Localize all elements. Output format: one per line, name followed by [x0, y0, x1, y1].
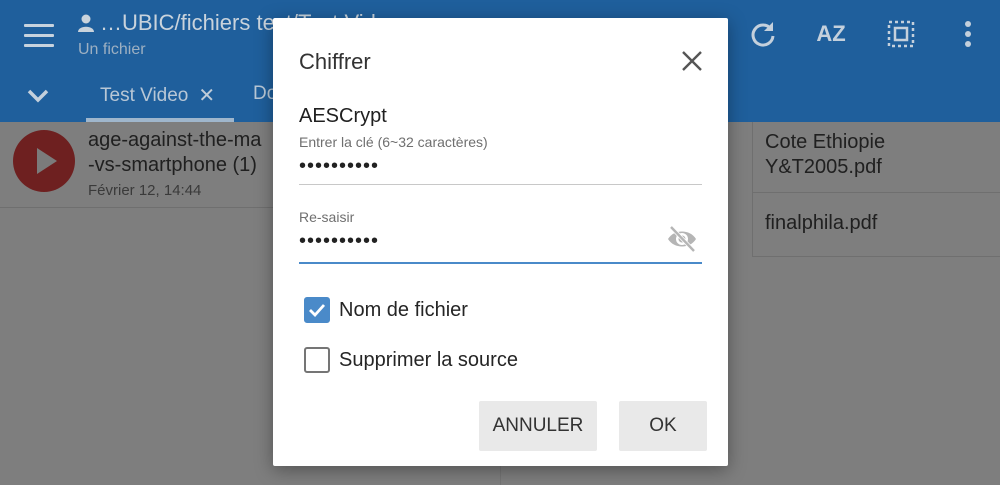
chevron-down-icon[interactable]: [26, 86, 50, 106]
encrypt-dialog: Chiffrer AESCrypt Entrer la clé (6~32 ca…: [273, 18, 728, 466]
more-vert-icon[interactable]: [958, 18, 978, 50]
tab-label: Test Video: [100, 84, 189, 106]
key-input[interactable]: [299, 149, 701, 183]
list-item[interactable]: finalphila.pdf: [752, 193, 1000, 257]
file-name-line2: Y&T2005.pdf: [765, 156, 882, 178]
close-icon[interactable]: [679, 48, 705, 74]
user-icon: [78, 14, 94, 32]
confirm-input-underline: [299, 262, 702, 264]
select-all-icon[interactable]: [884, 18, 918, 50]
key-field-label: Entrer la clé (6~32 caractères): [299, 134, 488, 150]
ok-button[interactable]: OK: [619, 401, 707, 451]
file-name: finalphila.pdf: [765, 212, 878, 234]
filename-option-label: Nom de fichier: [339, 298, 468, 321]
filename-checkbox[interactable]: [304, 297, 330, 323]
confirm-key-input[interactable]: [299, 224, 701, 258]
dialog-title: Chiffrer: [299, 49, 371, 74]
refresh-icon[interactable]: [746, 18, 780, 50]
filename-option[interactable]: Nom de fichier: [304, 297, 468, 323]
file-date: Février 12, 14:44: [88, 182, 202, 199]
sort-az-icon[interactable]: AZ: [812, 18, 850, 50]
list-item[interactable]: Cote Ethiopie Y&T2005.pdf: [752, 122, 1000, 193]
key-input-underline: [299, 184, 702, 185]
delete-source-option-label: Supprimer la source: [339, 348, 518, 371]
sort-az-label: AZ: [816, 21, 846, 46]
delete-source-checkbox[interactable]: [304, 347, 330, 373]
close-tab-icon[interactable]: ✕: [198, 83, 215, 108]
play-icon: [13, 130, 75, 192]
cancel-button[interactable]: ANNULER: [479, 401, 597, 451]
visibility-off-icon[interactable]: [666, 224, 698, 254]
delete-source-option[interactable]: Supprimer la source: [304, 347, 518, 373]
tab-test-video[interactable]: Test Video ✕: [100, 83, 215, 108]
encryption-method: AESCrypt: [299, 105, 387, 127]
menu-icon[interactable]: [20, 20, 58, 50]
confirm-field-label: Re-saisir: [299, 209, 355, 225]
file-name: age-against-the-ma -vs-smartphone (1): [88, 129, 262, 176]
list-item[interactable]: age-against-the-ma -vs-smartphone (1) Fé…: [0, 122, 280, 208]
file-name: Cote Ethiopie: [765, 131, 886, 153]
path-subtitle: Un fichier: [78, 41, 146, 58]
